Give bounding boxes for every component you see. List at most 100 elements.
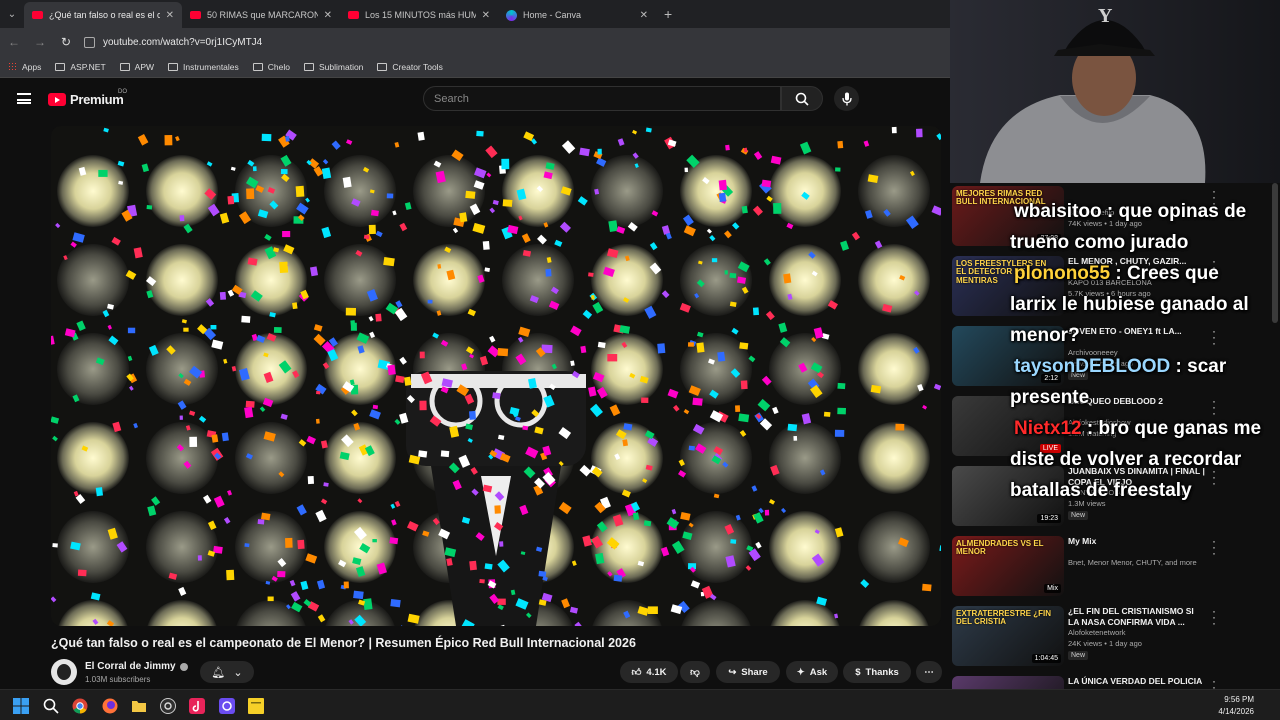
stage-light: [858, 511, 930, 583]
stage-light: [146, 422, 218, 494]
video-thumbnail[interactable]: EXTRATERRESTRE ¿FIN DEL CRISTIA 1:04:45: [952, 606, 1064, 666]
thanks-button[interactable]: $ Thanks: [843, 661, 911, 683]
channel-avatar[interactable]: [51, 659, 77, 685]
recommendation-item[interactable]: ALMENDRADES VS EL MENOR Mix My Mix Bnet, Me…: [950, 534, 1280, 602]
stage-light: [858, 244, 930, 316]
bookmark-folder[interactable]: Instrumentales: [168, 62, 239, 72]
more-vertical-icon[interactable]: ···: [1212, 675, 1216, 689]
chat-line: menor?: [1010, 320, 1080, 351]
recommendation-meta: 24K views • 1 day ago: [1068, 639, 1142, 648]
folder-icon: [252, 62, 263, 71]
stage-light: [502, 244, 574, 316]
channel-name-link[interactable]: El Corral de Jimmy: [85, 661, 188, 672]
browser-tab-1[interactable]: ¿Qué tan falso o real es el campeonato ✕: [24, 2, 182, 28]
bell-icon: 🔔︎: [211, 666, 226, 679]
folder-icon: [304, 62, 314, 71]
search-icon[interactable]: [43, 698, 59, 714]
browser-tab-4[interactable]: Home - Canva ✕: [498, 2, 656, 28]
obs-icon[interactable]: [160, 698, 176, 714]
channel-name: El Corral de Jimmy: [85, 661, 176, 672]
sticky-notes-icon[interactable]: [248, 698, 264, 714]
chat-message-text: : bro que ganas me: [1081, 418, 1262, 439]
forward-button[interactable]: →: [32, 35, 48, 49]
thumbs-up-icon: 👍︎: [631, 667, 642, 678]
new-tab-button[interactable]: +: [664, 0, 672, 28]
chat-username: Nietx12: [1014, 418, 1082, 439]
duration-badge: Mix: [1044, 584, 1061, 593]
recommendation-title: LA ÚNICA VERDAD DEL POLICIA CHILENO - Re…: [1068, 676, 1202, 689]
more-actions-button[interactable]: ⋯: [916, 661, 942, 683]
video-thumbnail[interactable]: ALMENDRADES VS EL MENOR Mix: [952, 536, 1064, 596]
svg-text:Y: Y: [1098, 5, 1113, 27]
dislike-button[interactable]: 👎︎: [680, 661, 710, 683]
back-button[interactable]: ←: [6, 35, 22, 49]
search-button[interactable]: [781, 86, 823, 111]
system-clock[interactable]: 9:56 PM 4/14/2026: [1218, 694, 1254, 718]
recommendation-channel: Alofoketenetwork: [1068, 628, 1126, 637]
bookmark-folder[interactable]: Creator Tools: [377, 61, 443, 72]
bookmark-folder[interactable]: ASP.NET: [55, 61, 106, 72]
windows-taskbar: 9:56 PM 4/14/2026: [0, 689, 1280, 720]
recommendation-item[interactable]: EXTRATERRESTRE ¿FIN DEL CRISTIA 1:04:45 ¿E…: [950, 604, 1280, 672]
sparkle-icon: ✦: [796, 666, 805, 678]
chat-line: Nietx12 : bro que ganas me: [1014, 413, 1261, 444]
more-vertical-icon[interactable]: ···: [1212, 605, 1216, 629]
tab-search-button[interactable]: ⌄: [0, 0, 24, 28]
address-bar[interactable]: youtube.com/watch?v=0rj1ICyMTJ4: [84, 36, 262, 48]
voice-search-button[interactable]: [834, 86, 859, 111]
share-button[interactable]: ↪ Share: [716, 661, 780, 683]
verified-icon: [179, 662, 188, 671]
like-button[interactable]: 👍︎ 4.1K: [620, 661, 678, 683]
bookmark-label: Creator Tools: [392, 61, 443, 72]
close-icon[interactable]: ✕: [482, 10, 490, 21]
browser-tab-3[interactable]: Los 15 MINUTOS más HUMILLANTES ✕: [340, 2, 498, 28]
site-info-icon[interactable]: [84, 36, 95, 48]
youtube-header: Premium DO Search: [0, 79, 950, 119]
bookmark-label: Chelo: [267, 61, 290, 72]
chat-message-text: presente: [1010, 387, 1090, 408]
bookmark-folder[interactable]: APW: [119, 62, 154, 72]
youtube-logo[interactable]: Premium DO: [48, 89, 127, 107]
browser-tab-2[interactable]: 50 RIMAS que MARCARON la ✕: [182, 2, 340, 28]
recommendation-item[interactable]: LA ÚNICA VERDAD DEL POLICIA CHILENO - Re…: [950, 674, 1280, 689]
clock-time: 9:56 PM: [1224, 695, 1254, 704]
video-player[interactable]: [51, 126, 941, 626]
close-icon[interactable]: ✕: [640, 10, 648, 21]
firefox-icon[interactable]: [102, 698, 118, 714]
more-vertical-icon[interactable]: ···: [1212, 535, 1216, 559]
bookmark-label: Apps: [22, 61, 42, 72]
chat-message-text: batallas de freestaly: [1010, 480, 1192, 501]
bookmark-folder[interactable]: Sublimation: [304, 62, 363, 72]
windows-start-icon[interactable]: [13, 698, 29, 714]
bookmark-label: ASP.NET: [70, 61, 106, 72]
chat-message-text: : que opinas de: [1101, 201, 1247, 222]
close-icon[interactable]: ✕: [324, 10, 332, 21]
stage-light: [146, 244, 218, 316]
tiktok-live-icon[interactable]: [189, 698, 205, 714]
stage-light: [57, 333, 129, 405]
recommendation-title: My Mix: [1068, 536, 1097, 546]
video-frame: [51, 126, 941, 626]
like-count: 4.1K: [646, 666, 667, 678]
webcam-person-image: Y: [950, 0, 1280, 183]
menu-icon[interactable]: [17, 93, 31, 104]
ask-button[interactable]: ✦ Ask: [786, 661, 838, 683]
chat-line: wbaisitoo : que opinas de: [1014, 196, 1246, 227]
bookmark-folder[interactable]: Chelo: [252, 61, 290, 72]
search-input[interactable]: Search: [423, 86, 781, 111]
video-thumbnail[interactable]: [952, 676, 1064, 689]
chat-message-text: menor?: [1010, 325, 1080, 346]
ask-label: Ask: [809, 666, 828, 678]
plus-icon: +: [664, 6, 673, 22]
close-icon[interactable]: ✕: [166, 10, 174, 21]
reload-button[interactable]: ↻: [58, 35, 74, 49]
duration-badge: 1:04:45: [1031, 654, 1061, 663]
chrome-icon[interactable]: [72, 698, 88, 714]
notifications-button[interactable]: 🔔︎ ⌄: [200, 661, 254, 683]
bookmark-apps[interactable]: Apps: [8, 62, 41, 72]
stage-light: [57, 155, 129, 227]
thumbnail-caption: EXTRATERRESTRE ¿FIN DEL CRISTIA: [956, 609, 1051, 627]
streaming-app-icon[interactable]: [219, 698, 235, 714]
file-explorer-icon[interactable]: [131, 698, 147, 714]
stage-light: [235, 511, 307, 583]
